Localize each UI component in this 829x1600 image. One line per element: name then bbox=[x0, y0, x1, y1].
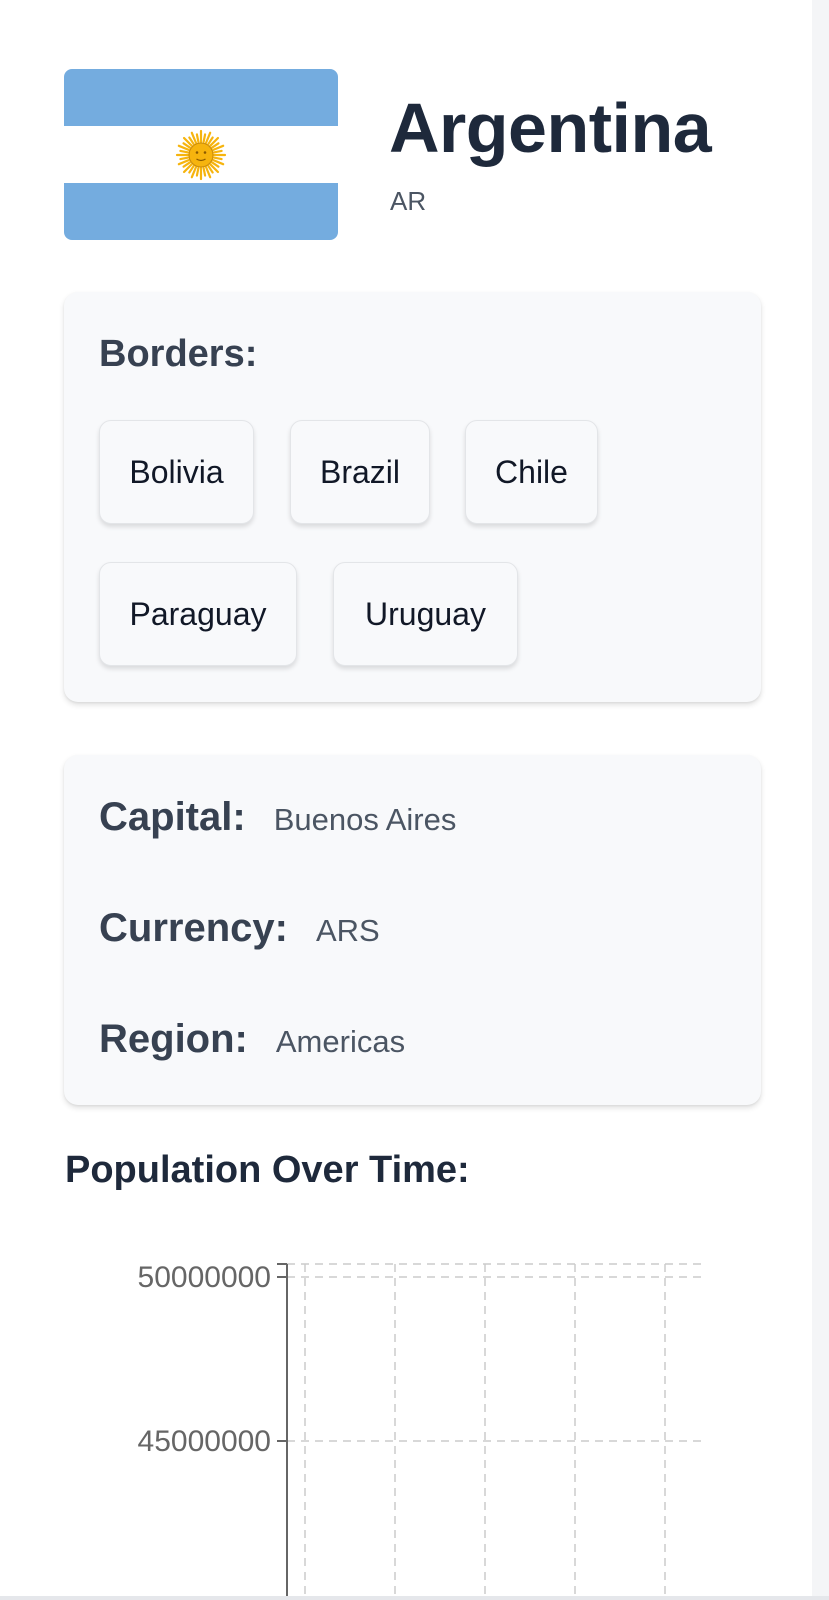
chart-y-ticks: 50000000 45000000 bbox=[0, 1230, 287, 1600]
sun-ray bbox=[202, 133, 207, 144]
region-row: Region: Americas bbox=[99, 1017, 405, 1067]
country-code: AR bbox=[390, 186, 427, 216]
chart-left-clip bbox=[0, 1230, 117, 1600]
sun-of-may-icon bbox=[175, 129, 227, 181]
sun-ray bbox=[212, 149, 223, 154]
capital-value: Buenos Aires bbox=[273, 802, 457, 837]
region-label: Region: bbox=[99, 1017, 248, 1061]
sun-ray bbox=[212, 156, 223, 161]
currency-label: Currency: bbox=[99, 906, 288, 950]
capital-label: Capital: bbox=[99, 795, 246, 839]
population-chart: 50000000 45000000 bbox=[0, 1230, 704, 1600]
sun-ray bbox=[195, 133, 200, 144]
country-detail-page: Argentina AR Borders: Bolivia Brazil Chi… bbox=[0, 0, 812, 1600]
currency-row: Currency: ARS bbox=[99, 906, 380, 956]
sun-ray bbox=[195, 166, 200, 177]
sun-ray bbox=[202, 166, 207, 177]
sun-ray bbox=[179, 156, 190, 161]
border-country-chip[interactable]: Brazil bbox=[290, 420, 430, 524]
capital-row: Capital: Buenos Aires bbox=[99, 795, 456, 845]
borders-card: Borders: Bolivia Brazil Chile Paraguay U… bbox=[64, 292, 761, 702]
country-name: Argentina bbox=[389, 89, 712, 167]
y-tick-label: 50000000 bbox=[138, 1261, 271, 1294]
population-section-title: Population Over Time: bbox=[65, 1149, 470, 1191]
sun-ray bbox=[179, 149, 190, 154]
border-country-chip[interactable]: Uruguay bbox=[333, 562, 518, 666]
country-flag bbox=[64, 69, 338, 240]
country-info-card: Capital: Buenos Aires Currency: ARS Regi… bbox=[64, 755, 761, 1105]
y-tick-label: 45000000 bbox=[138, 1425, 271, 1458]
currency-value: ARS bbox=[315, 913, 380, 948]
page-bottom-edge bbox=[0, 1596, 829, 1600]
page-right-edge bbox=[812, 0, 829, 1600]
border-country-chip[interactable]: Paraguay bbox=[99, 562, 297, 666]
chart-y-axis bbox=[277, 1263, 288, 1600]
border-country-chip[interactable]: Chile bbox=[465, 420, 598, 524]
chart-grid bbox=[287, 1263, 704, 1600]
borders-heading: Borders: bbox=[99, 333, 258, 375]
border-country-chip[interactable]: Bolivia bbox=[99, 420, 254, 524]
region-value: Americas bbox=[275, 1024, 406, 1059]
